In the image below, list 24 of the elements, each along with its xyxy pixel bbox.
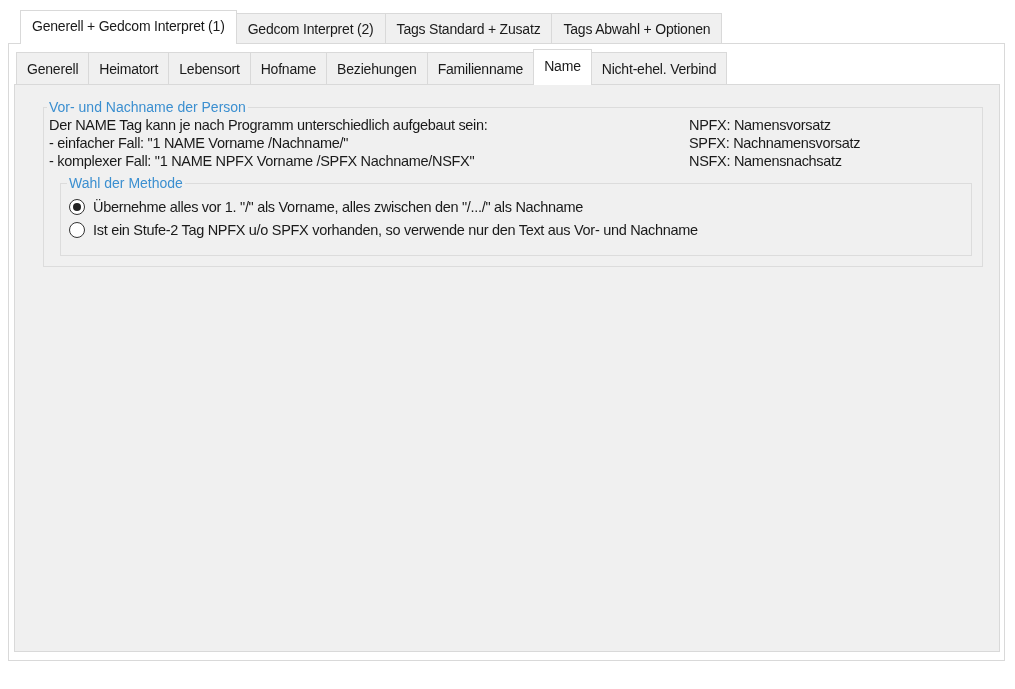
tab[interactable]: Generell (16, 52, 90, 84)
group-title: Wahl der Methode (68, 175, 184, 191)
tab[interactable]: Beziehungen (326, 52, 428, 84)
tab[interactable]: Generell + Gedcom Interpret (1) (20, 10, 237, 44)
tab[interactable]: Heimatort (88, 52, 170, 84)
tab[interactable]: Tags Standard + Zusatz (384, 13, 553, 43)
option-label[interactable]: Ist ein Stufe-2 Tag NPFX u/o SPFX vorhanden, so verwende nur den Text aus Vor- und Nachname (93, 222, 698, 238)
description-text: Der NAME Tag kann je nach Programm unterschiedlich aufgebaut sein: (49, 117, 488, 133)
legend-text: NSFX: Namensnachsatz (689, 153, 842, 169)
radio-button[interactable] (69, 199, 85, 215)
tab[interactable]: Tags Abwahl + Optionen (551, 13, 723, 43)
tab[interactable]: Familienname (426, 52, 535, 84)
tab[interactable]: Gedcom Interpret (2) (235, 13, 386, 43)
option-label[interactable]: Übernehme alles vor 1. "/" als Vorname, alles zwischen den "/.../" als Nachname (93, 199, 584, 215)
tab[interactable]: Lebensort (168, 52, 251, 84)
legend-text: SPFX: Nachnamensvorsatz (689, 135, 861, 151)
legend-text: NPFX: Namensvorsatz (689, 117, 831, 133)
tab[interactable]: Name (533, 49, 592, 85)
group-title: Vor- und Nachname der Person (48, 99, 247, 115)
tab[interactable]: Nicht-ehel. Verbind (590, 52, 728, 84)
tab[interactable]: Hofname (249, 52, 328, 84)
description-text: - komplexer Fall: "1 NAME NPFX Vorname /SPFX Nachname/NSFX" (49, 153, 475, 169)
description-text: - einfacher Fall: "1 NAME Vorname /Nachname/" (49, 135, 348, 151)
radio-button[interactable] (69, 222, 85, 238)
